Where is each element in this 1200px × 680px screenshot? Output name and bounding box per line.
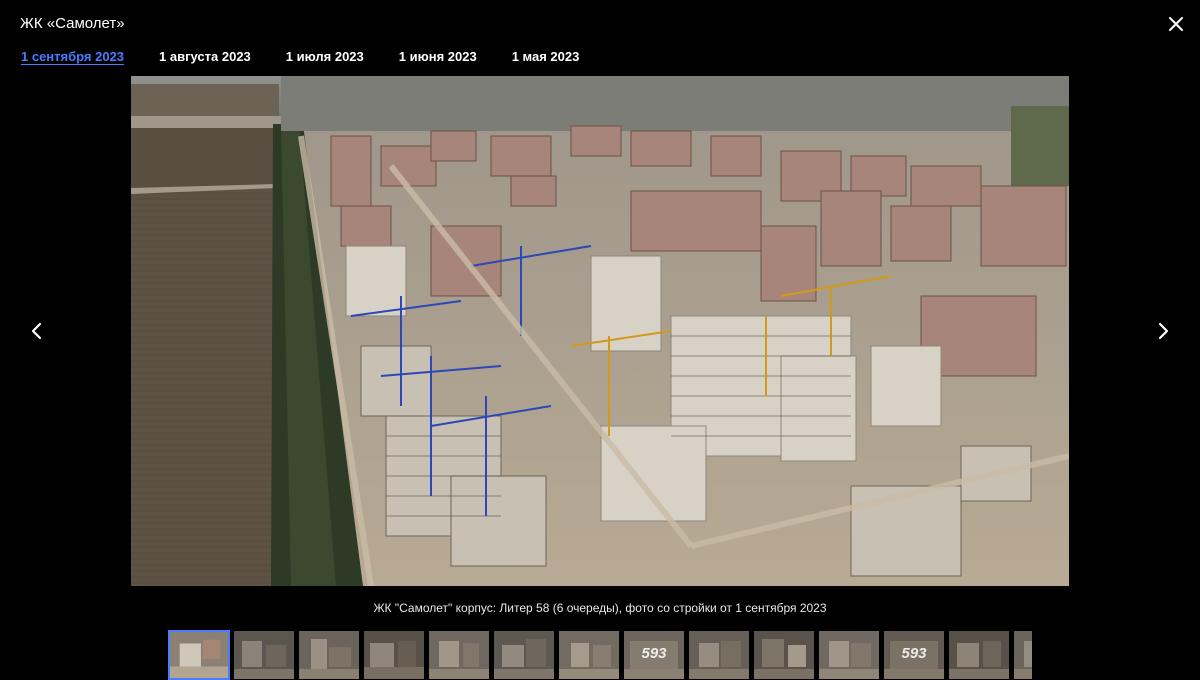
thumbnail-image	[429, 631, 489, 679]
tab-date-4[interactable]: 1 мая 2023	[512, 49, 580, 64]
thumbnail-7[interactable]: 593	[623, 630, 685, 680]
tab-date-3[interactable]: 1 июня 2023	[399, 49, 477, 64]
tab-date-1[interactable]: 1 августа 2023	[159, 49, 251, 64]
thumbnail-label: 593	[641, 645, 667, 662]
thumbnail-3[interactable]	[363, 630, 425, 680]
thumbnail-13[interactable]	[1013, 630, 1032, 680]
chevron-left-icon	[31, 322, 42, 340]
gallery-title: ЖК «Самолет»	[20, 15, 125, 32]
thumbnail-6[interactable]	[558, 630, 620, 680]
next-photo-button[interactable]	[1151, 319, 1175, 343]
construction-site-aerial-photo	[131, 76, 1069, 586]
main-photo	[131, 76, 1069, 586]
thumbnail-image	[299, 631, 359, 679]
thumbnail-image	[494, 631, 554, 679]
thumbnail-image	[689, 631, 749, 679]
tab-date-0[interactable]: 1 сентября 2023	[21, 49, 124, 64]
tab-date-2[interactable]: 1 июля 2023	[286, 49, 364, 64]
thumbnail-2[interactable]	[298, 630, 360, 680]
thumbnail-strip: 593 593	[168, 630, 1032, 680]
thumbnail-11[interactable]: 593	[883, 630, 945, 680]
thumbnail-label: 593	[901, 645, 927, 662]
date-tabs: 1 сентября 2023 1 августа 2023 1 июля 20…	[21, 49, 579, 64]
thumbnail-10[interactable]	[818, 630, 880, 680]
chevron-right-icon	[1158, 322, 1169, 340]
thumbnail-image	[170, 632, 228, 678]
photo-caption: ЖК "Самолет" корпус: Литер 58 (6 очереды…	[373, 601, 827, 615]
thumbnail-image	[754, 631, 814, 679]
thumbnail-image	[559, 631, 619, 679]
thumbnail-4[interactable]	[428, 630, 490, 680]
thumbnail-image	[949, 631, 1009, 679]
thumbnail-image	[364, 631, 424, 679]
thumbnail-1[interactable]	[233, 630, 295, 680]
thumbnail-5[interactable]	[493, 630, 555, 680]
thumbnail-image	[1014, 631, 1032, 679]
thumbnail-image	[819, 631, 879, 679]
previous-photo-button[interactable]	[25, 319, 49, 343]
thumbnail-12[interactable]	[948, 630, 1010, 680]
thumbnail-9[interactable]	[753, 630, 815, 680]
thumbnail-0[interactable]	[168, 630, 230, 680]
close-button[interactable]	[1164, 12, 1188, 36]
thumbnail-image	[234, 631, 294, 679]
close-icon	[1169, 17, 1183, 31]
thumbnail-8[interactable]	[688, 630, 750, 680]
